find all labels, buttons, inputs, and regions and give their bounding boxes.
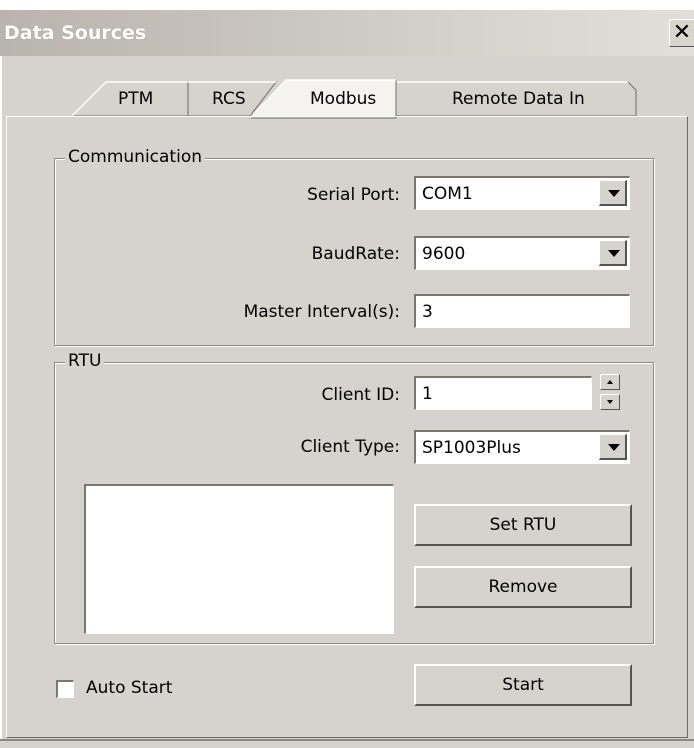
baudrate-select[interactable]: 9600 [414,236,630,270]
remove-button[interactable]: Remove [414,566,632,608]
master-interval-input[interactable]: 3 [414,294,630,328]
client-type-label: Client Type: [300,437,400,457]
tab-remote-data-in[interactable]: Remote Data In [452,89,585,109]
master-interval-label: Master Interval(s): [243,302,400,322]
client-type-value: SP1003Plus [422,438,521,458]
client-type-select[interactable]: SP1003Plus [414,430,630,464]
tab-rcs[interactable]: RCS [212,89,246,109]
client-border-bottom [0,739,694,741]
communication-group-label: Communication [65,147,205,167]
master-interval-value: 3 [422,302,433,322]
data-sources-window: Data Sources ✕ PTM RCS Modbus Remote Dat… [0,0,694,748]
serial-port-value: COM1 [422,184,473,204]
client-id-input[interactable]: 1 [414,376,592,410]
baudrate-dropdown-arrow-icon[interactable] [599,240,627,266]
client-border-left [0,56,2,740]
set-rtu-button[interactable]: Set RTU [414,504,632,546]
client-id-value: 1 [422,384,433,404]
tab-ptm[interactable]: PTM [118,89,153,109]
rtu-group-label: RTU [65,351,105,371]
start-button[interactable]: Start [414,664,632,706]
spin-up-icon[interactable] [600,374,620,390]
auto-start-checkbox[interactable] [56,680,74,698]
client-id-label: Client ID: [321,385,400,405]
serial-port-dropdown-arrow-icon[interactable] [599,180,627,206]
serial-port-label: Serial Port: [307,185,400,205]
baudrate-label: BaudRate: [311,244,400,264]
auto-start-label[interactable]: Auto Start [86,678,172,698]
tab-modbus[interactable]: Modbus [310,89,376,109]
baudrate-value: 9600 [422,244,466,264]
tab-strip [70,79,637,119]
client-id-spinner[interactable] [600,374,620,410]
spin-down-icon[interactable] [600,394,620,410]
client-type-dropdown-arrow-icon[interactable] [599,434,627,460]
serial-port-select[interactable]: COM1 [414,176,630,210]
rtu-list[interactable] [84,484,394,634]
